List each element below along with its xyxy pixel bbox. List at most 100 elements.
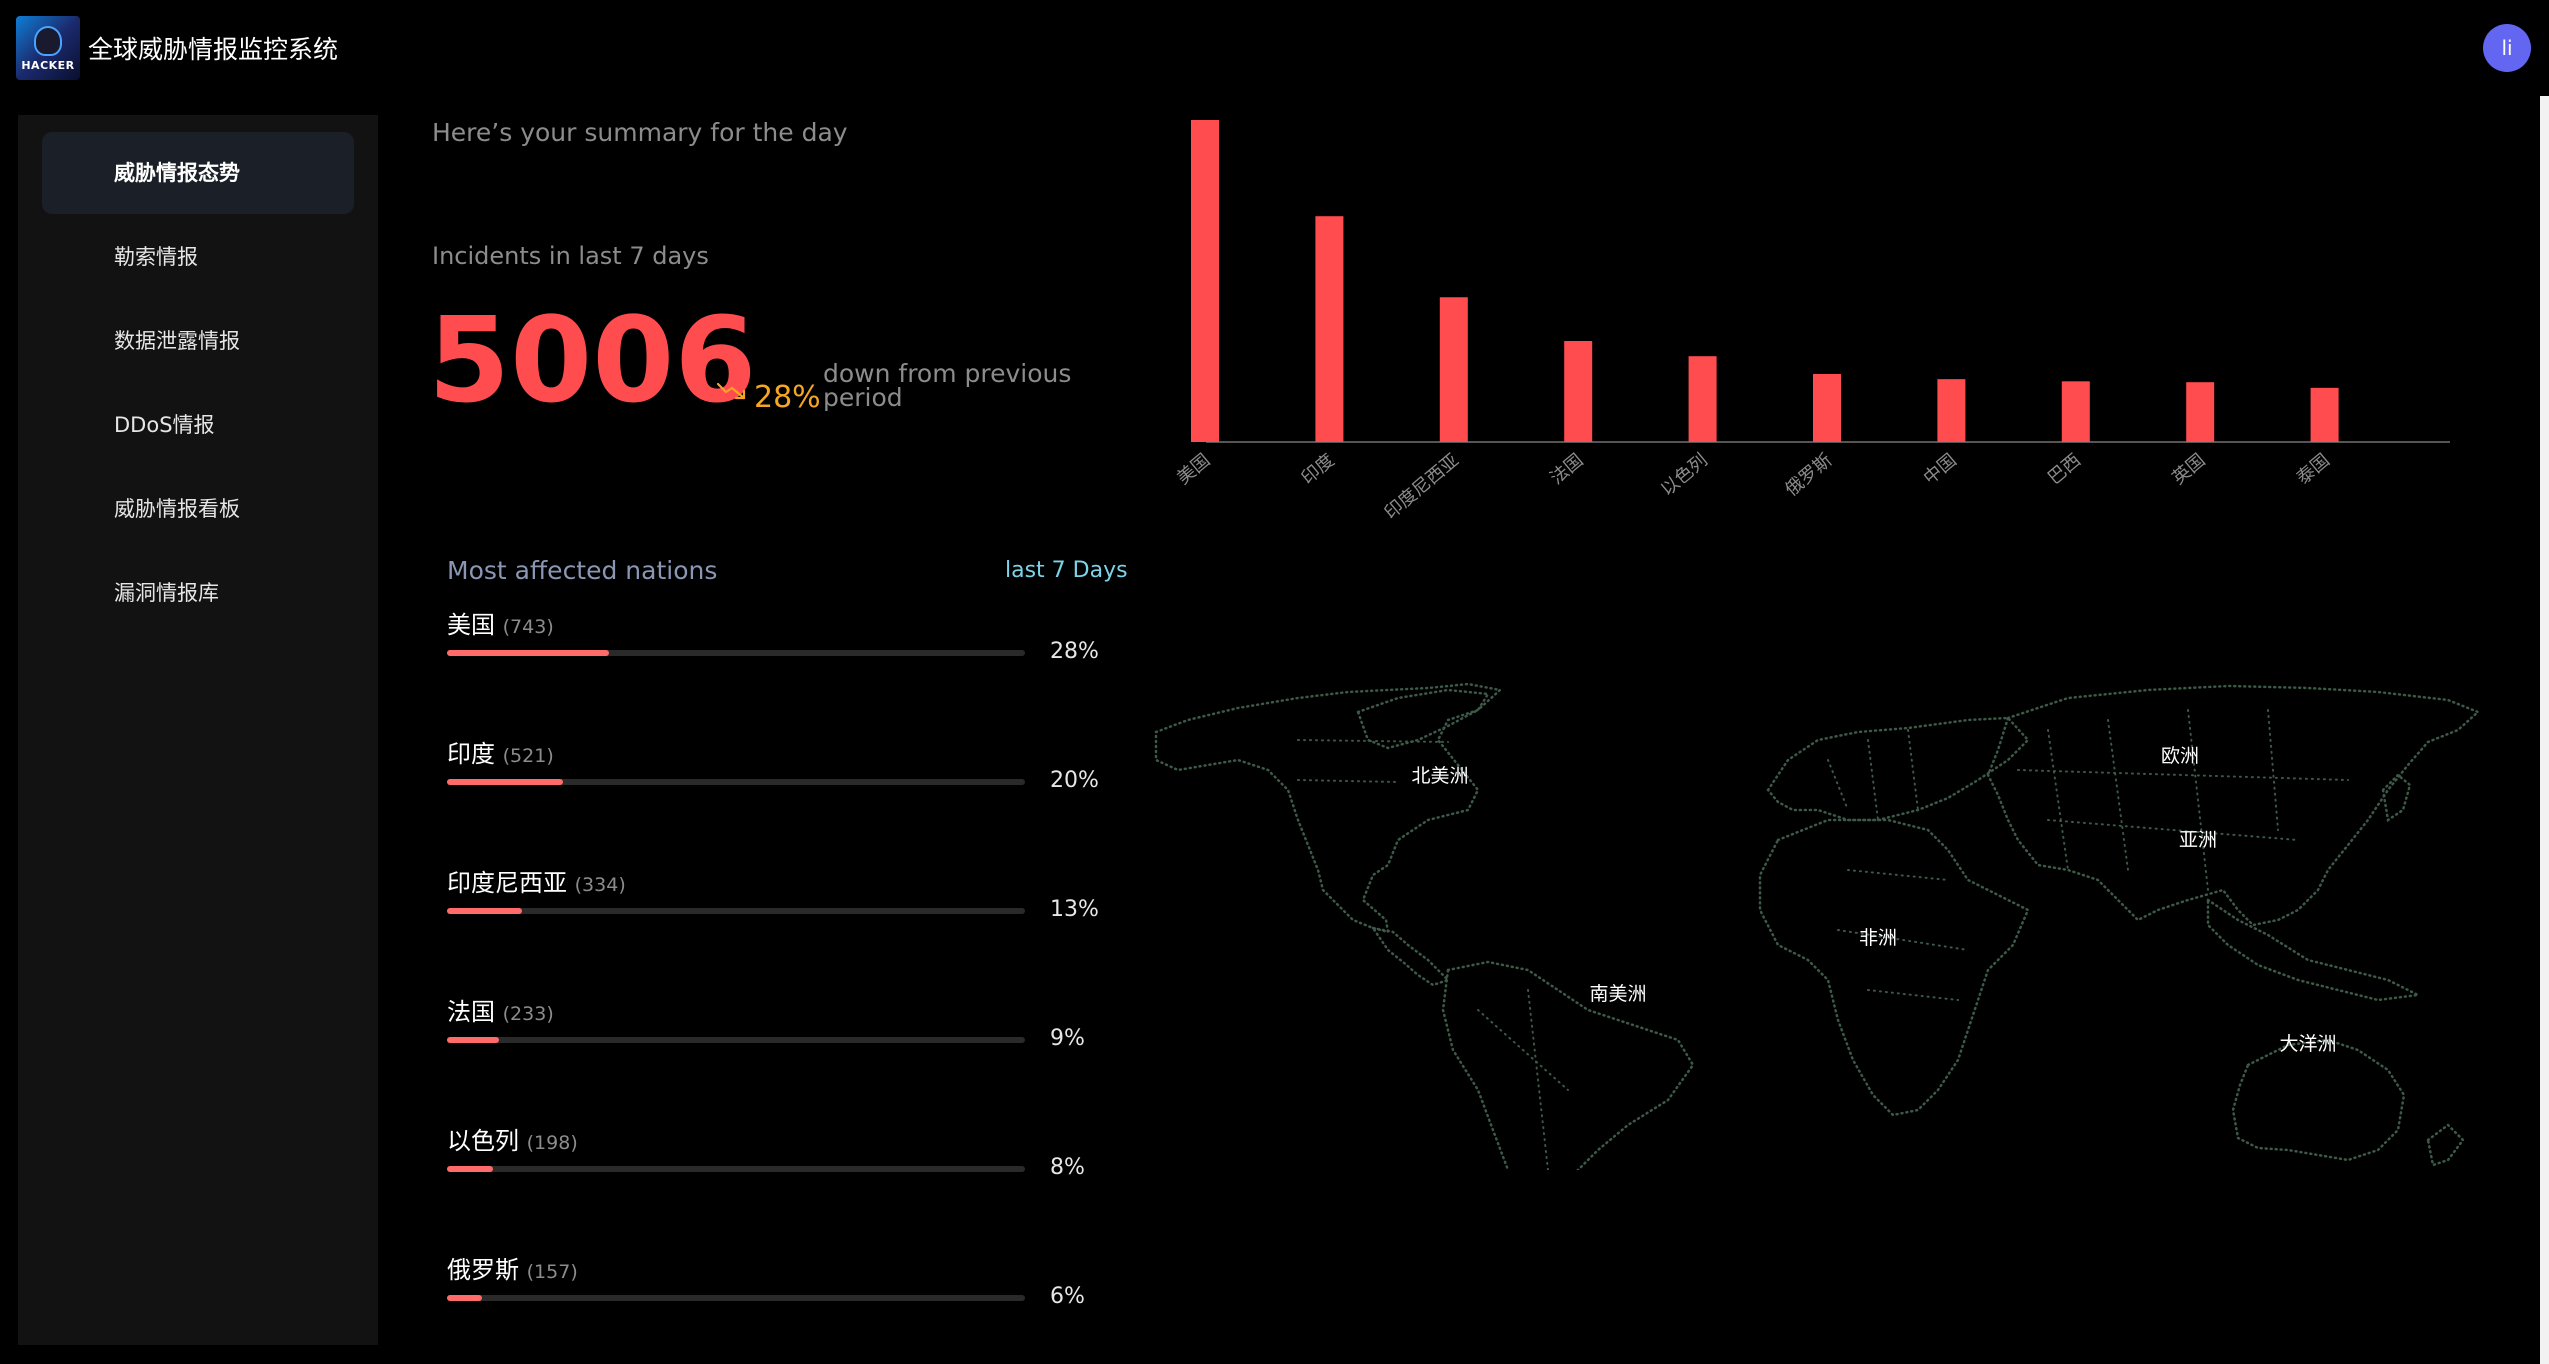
nation-percent: 20% xyxy=(1050,768,1099,793)
nation-name: 印度 (521) xyxy=(447,734,554,769)
bar-3[interactable] xyxy=(1564,341,1593,442)
nation-row: 印度 (521) 20% xyxy=(447,734,1117,834)
top-bar: HACKER 全球威胁情报监控系统 li xyxy=(0,0,2549,100)
summary-greeting: Here’s your summary for the day xyxy=(432,118,848,147)
sidebar-item-threat-situation[interactable]: 威胁情报态势 xyxy=(42,132,354,214)
continent-label: 北美洲 xyxy=(1411,765,1468,787)
nation-count: (743) xyxy=(502,616,554,638)
logo-text: HACKER xyxy=(21,59,75,72)
nation-percent: 8% xyxy=(1050,1155,1085,1180)
nation-count: (233) xyxy=(502,1003,554,1025)
sidebar-item-data-leak[interactable]: 数据泄露情报 xyxy=(42,300,354,382)
bar-7[interactable] xyxy=(2061,381,2090,442)
country-border-line xyxy=(2017,769,2349,781)
trend-description: down from previous period xyxy=(823,359,1072,412)
country-border-line xyxy=(1297,779,1399,783)
bar-6[interactable] xyxy=(1937,379,1966,442)
nation-row: 法国 (233) 9% xyxy=(447,992,1117,1092)
bar-0[interactable] xyxy=(1191,120,1219,442)
nation-name: 俄罗斯 (157) xyxy=(447,1250,578,1285)
affected-nations-title: Most affected nations xyxy=(447,556,718,585)
nation-progress-fill xyxy=(447,1037,500,1043)
scrollbar[interactable] xyxy=(2540,96,2549,1364)
nation-label: 印度尼西亚 xyxy=(447,869,567,897)
nation-row: 俄罗斯 (157) 6% xyxy=(447,1250,1117,1350)
southeast-asia-shape xyxy=(2206,897,2423,1002)
sidebar-item-ransomware[interactable]: 勒索情报 xyxy=(42,216,354,298)
affected-range-link[interactable]: last 7 Days xyxy=(1005,558,1128,583)
central-america-shape xyxy=(1370,926,1451,987)
x-tick-label: 法国 xyxy=(1546,450,1587,489)
nation-progress-track xyxy=(447,1037,1025,1043)
trend-down-icon xyxy=(716,382,746,400)
country-border-line xyxy=(2267,709,2279,831)
europe-shape xyxy=(1766,716,2030,822)
country-border-line xyxy=(2187,709,2209,891)
x-tick-label: 以色列 xyxy=(1657,450,1712,501)
bar-2[interactable] xyxy=(1439,297,1468,442)
country-border-line xyxy=(1867,989,1959,1001)
incidents-label: Incidents in last 7 days xyxy=(432,242,709,270)
nation-percent: 9% xyxy=(1050,1026,1085,1051)
nation-progress-fill xyxy=(447,779,563,785)
bar-8[interactable] xyxy=(2186,382,2215,442)
nation-count: (198) xyxy=(526,1132,578,1154)
world-map-svg: 北美洲 欧洲亚洲非洲南美洲大洋洲 xyxy=(1154,682,2481,1282)
nation-progress-track xyxy=(447,908,1025,914)
bar-5[interactable] xyxy=(1813,373,1841,442)
x-tick-label: 泰国 xyxy=(2293,450,2334,489)
continent-label: 亚洲 xyxy=(2179,829,2217,851)
world-map: 北美洲 欧洲亚洲非洲南美洲大洋洲 xyxy=(1148,670,2484,1282)
country-border-line xyxy=(2047,729,2069,871)
bar-1[interactable] xyxy=(1315,216,1344,442)
hacker-logo[interactable]: HACKER xyxy=(16,16,80,80)
japan-shape xyxy=(2381,773,2412,823)
bar-4[interactable] xyxy=(1688,356,1717,442)
x-tick-label: 美国 xyxy=(1173,450,1214,489)
country-border-line xyxy=(1527,989,1549,1171)
bar-9[interactable] xyxy=(2310,387,2339,442)
australia-shape xyxy=(2231,1038,2406,1162)
country-border-line xyxy=(1477,1009,1569,1091)
x-tick-label: 俄罗斯 xyxy=(1781,450,1836,501)
continent-label: 欧洲 xyxy=(2161,745,2199,767)
continent-label: 大洋洲 xyxy=(2279,1033,2336,1055)
sidebar-item-vulnerability-db[interactable]: 漏洞情报库 xyxy=(42,552,354,634)
continent-label: 非洲 xyxy=(1859,927,1897,949)
country-bar-chart: 美国 印度 印度尼西亚 法国 以色列 俄罗斯 中国 巴西 英国 泰国 xyxy=(1173,120,2450,524)
nation-progress-fill xyxy=(447,650,609,656)
north-america-shape xyxy=(1154,682,1503,934)
nation-percent: 13% xyxy=(1050,897,1099,922)
new-zealand-shape xyxy=(2426,1123,2465,1167)
user-avatar[interactable]: li xyxy=(2483,24,2531,72)
greenland-shape xyxy=(1356,688,1491,750)
nation-label: 俄罗斯 xyxy=(447,1256,519,1284)
south-america-shape xyxy=(1441,960,1695,1282)
nation-name: 印度尼西亚 (334) xyxy=(447,863,626,898)
country-border-line xyxy=(1847,869,1949,881)
incidents-count: 5006 xyxy=(428,291,757,429)
nation-label: 印度 xyxy=(447,740,495,768)
x-tick-label: 英国 xyxy=(2168,450,2209,489)
nation-progress-track xyxy=(447,1166,1025,1172)
continent-label: 南美洲 xyxy=(1589,983,1646,1005)
nation-row: 以色列 (198) 8% xyxy=(447,1121,1117,1221)
country-border-line xyxy=(1837,929,1969,951)
nation-row: 印度尼西亚 (334) 13% xyxy=(447,863,1117,963)
nation-count: (334) xyxy=(574,874,626,896)
asia-shape xyxy=(1986,684,2481,927)
hacker-mask-icon xyxy=(34,26,62,56)
sidebar-item-ddos[interactable]: DDoS情报 xyxy=(42,384,354,466)
nation-progress-track xyxy=(447,1295,1025,1301)
nation-progress-fill xyxy=(447,1295,482,1301)
country-border-line xyxy=(1867,739,1879,821)
nation-row: 美国 (743) 28% xyxy=(447,605,1117,705)
x-tick-label: 巴西 xyxy=(2044,450,2085,489)
nation-progress-track xyxy=(447,650,1025,656)
country-border-line xyxy=(2107,719,2129,871)
nation-label: 以色列 xyxy=(447,1127,519,1155)
country-border-line xyxy=(2047,819,2299,841)
sidebar-item-dashboard[interactable]: 威胁情报看板 xyxy=(42,468,354,550)
app-title: 全球威胁情报监控系统 xyxy=(88,35,339,64)
x-tick-label: 印度 xyxy=(1298,450,1339,489)
